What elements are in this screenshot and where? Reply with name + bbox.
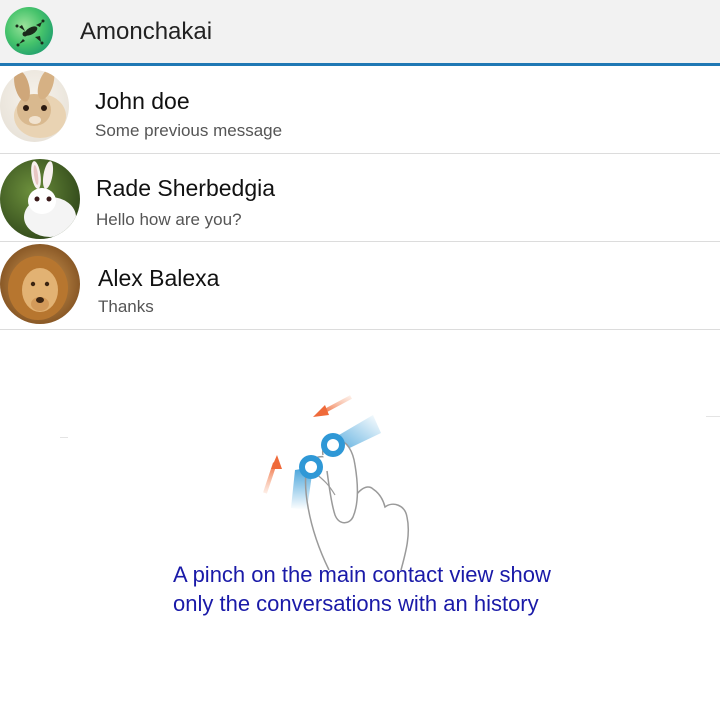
- app-title: Amonchakai: [80, 18, 213, 45]
- contact-item-john-doe[interactable]: John doe Some previous message: [0, 66, 720, 154]
- app-header: Amonchakai: [0, 0, 720, 66]
- divider: [60, 437, 68, 438]
- contact-name: John doe: [95, 88, 190, 114]
- contact-last-message: Some previous message: [95, 121, 283, 140]
- pinch-hint-caption: A pinch on the main contact view show on…: [173, 560, 613, 618]
- profile-avatar-icon[interactable]: [5, 7, 53, 55]
- pinch-hint-line-1: A pinch on the main contact view show: [173, 562, 551, 587]
- rabbit-avatar-icon: [0, 70, 69, 142]
- lion-avatar-icon: [0, 244, 80, 324]
- contact-name: Rade Sherbedgia: [96, 175, 276, 201]
- contact-item-alex-balexa[interactable]: Alex Balexa Thanks: [0, 242, 720, 330]
- pinch-hint-line-2: only the conversations with an history: [173, 591, 539, 616]
- pinch-gesture-icon: [255, 385, 455, 571]
- contact-name: Alex Balexa: [98, 265, 220, 291]
- contact-item-rade-sherbedgia[interactable]: Rade Sherbedgia Hello how are you?: [0, 154, 720, 242]
- divider: [706, 416, 720, 417]
- white-rabbit-avatar-icon: [0, 159, 80, 239]
- contact-last-message: Hello how are you?: [96, 210, 242, 229]
- contact-last-message: Thanks: [98, 297, 154, 316]
